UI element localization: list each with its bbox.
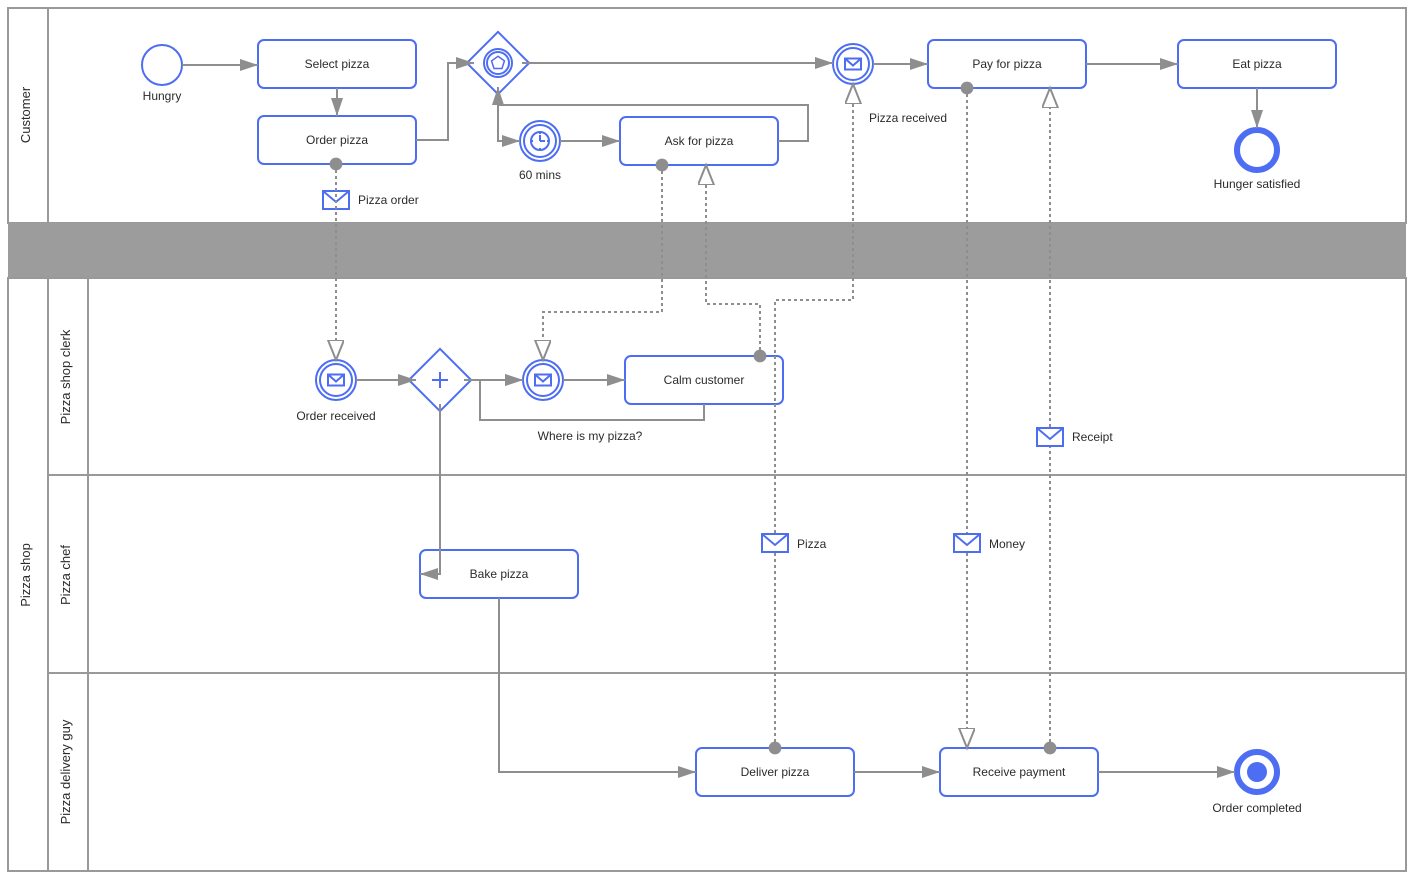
lane-clerk-title: Pizza shop clerk [58,329,73,424]
svg-text:Order pizza: Order pizza [306,133,368,147]
label-receipt: Receipt [1072,430,1113,444]
label-pizza: Pizza [797,537,827,551]
pool-pizzashop-title: Pizza shop [18,543,33,607]
gateway-parallel[interactable] [409,349,471,411]
data-object-receipt[interactable] [1037,428,1063,446]
end-event-hunger-satisfied[interactable]: Hunger satisfied [1214,130,1301,191]
svg-text:Calm customer: Calm customer [664,373,745,387]
svg-text:Pay for pizza: Pay for pizza [972,57,1042,71]
svg-text:Hunger satisfied: Hunger satisfied [1214,177,1301,191]
lane-chef-title: Pizza chef [58,545,73,605]
event-timer-60mins[interactable]: 60 mins [519,121,561,182]
svg-text:Ask for pizza: Ask for pizza [665,134,734,148]
svg-text:Deliver pizza: Deliver pizza [741,765,810,779]
gateway-event-based[interactable] [467,32,529,94]
event-message-where-is-pizza[interactable] [523,360,563,400]
data-object-pizza[interactable] [762,534,788,552]
task-receive-payment[interactable]: Receive payment [940,748,1098,796]
label-money: Money [989,537,1025,551]
task-calm-customer[interactable]: Calm customer [625,356,783,404]
label-pizza-order: Pizza order [358,193,419,207]
task-order-pizza[interactable]: Order pizza [258,116,416,164]
start-event-hungry[interactable]: Hungry [142,45,182,103]
sf-gw-timer [498,87,520,141]
svg-text:60 mins: 60 mins [519,168,561,182]
label-pizza-received: Pizza received [869,111,947,125]
svg-text:Bake pizza: Bake pizza [470,567,529,581]
svg-text:Order received: Order received [296,409,375,423]
svg-text:Order completed: Order completed [1212,801,1301,815]
task-pay-for-pizza[interactable]: Pay for pizza [928,40,1086,88]
sf-gw-bake [420,404,440,574]
svg-text:Hungry: Hungry [143,89,182,103]
task-bake-pizza[interactable]: Bake pizza [420,550,578,598]
event-message-pizza-received[interactable] [833,44,873,84]
bpmn-diagram: Customer Pizza shop Pizza shop clerk Piz… [0,0,1414,879]
svg-text:Select pizza: Select pizza [305,57,370,71]
lane-delivery-title: Pizza delivery guy [58,719,73,824]
task-ask-for-pizza[interactable]: Ask for pizza [620,117,778,165]
sf-order-gw [416,63,474,140]
task-deliver-pizza[interactable]: Deliver pizza [696,748,854,796]
end-event-order-completed[interactable]: Order completed [1212,752,1301,815]
data-object-money[interactable] [954,534,980,552]
mf-deliver-pizza-b [775,84,853,533]
sf-bake-deliver [499,598,696,772]
svg-text:Receive payment: Receive payment [973,765,1066,779]
task-eat-pizza[interactable]: Eat pizza [1178,40,1336,88]
label-where-is-my-pizza: Where is my pizza? [538,429,643,443]
event-message-start-order-received[interactable]: Order received [296,360,375,423]
pool-customer-title: Customer [18,86,33,143]
task-select-pizza[interactable]: Select pizza [258,40,416,88]
svg-text:Eat pizza: Eat pizza [1232,57,1282,71]
